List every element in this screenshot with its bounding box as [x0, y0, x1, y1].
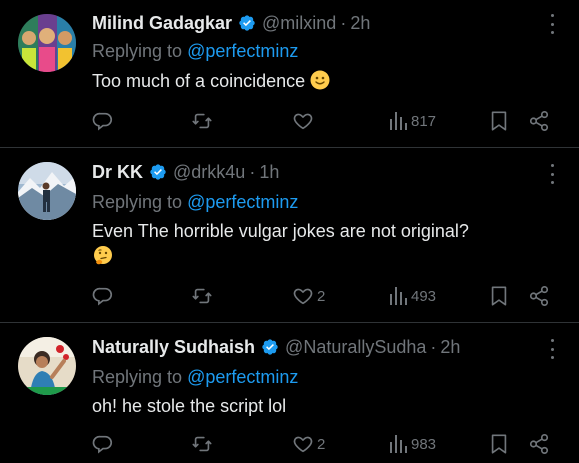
retweet-button[interactable] — [190, 109, 216, 133]
bookmark-button[interactable] — [489, 109, 509, 133]
author-handle[interactable]: @NaturallySudha — [285, 335, 426, 359]
verified-badge-icon — [149, 163, 167, 181]
replying-to-label: Replying to — [92, 41, 188, 61]
tweet-text: oh! he stole the script lol — [92, 394, 286, 419]
bookmark-button[interactable] — [489, 284, 509, 308]
avatar[interactable] — [18, 14, 76, 72]
replying-to: Replying to @perfectminz — [92, 39, 298, 63]
bookmark-icon — [491, 286, 507, 306]
tweet-emoji-line — [92, 245, 114, 274]
like-icon — [293, 113, 313, 130]
separator-dot: · — [249, 162, 256, 182]
like-count: 2 — [317, 435, 326, 453]
avatar[interactable] — [18, 337, 76, 395]
share-icon — [529, 286, 549, 306]
tweet-text-content: oh! he stole the script lol — [92, 396, 287, 416]
reply-icon — [92, 112, 113, 131]
share-icon — [529, 111, 549, 131]
views-icon — [390, 287, 407, 305]
like-button[interactable] — [291, 109, 317, 133]
tweet-text-content: Even The horrible vulgar jokes are not o… — [92, 221, 469, 241]
action-bar: 2 983 — [0, 432, 579, 456]
verified-badge-icon — [261, 338, 279, 356]
tweet-2[interactable]: Dr KK @drkk4u · 1h Replying to @perfectm… — [0, 148, 579, 322]
reply-icon — [92, 435, 113, 454]
bookmark-icon — [491, 434, 507, 454]
views-icon — [390, 112, 407, 130]
thinking-face-icon — [92, 245, 114, 274]
author-name[interactable]: Dr KK — [92, 160, 143, 184]
action-bar: 2 493 — [0, 284, 579, 308]
more-icon[interactable] — [549, 164, 555, 184]
reply-button[interactable] — [92, 284, 116, 308]
avatar[interactable] — [18, 162, 76, 220]
like-button[interactable]: 2 — [291, 284, 325, 308]
views-icon — [390, 435, 407, 453]
timestamp[interactable]: 2h — [440, 335, 460, 359]
replying-to: Replying to @perfectminz — [92, 190, 298, 214]
slightly-smiling-face-icon — [310, 70, 330, 97]
share-button[interactable] — [528, 109, 550, 133]
more-icon[interactable] — [549, 339, 555, 359]
replying-to-label: Replying to — [92, 192, 188, 212]
like-icon — [293, 288, 313, 305]
like-count: 2 — [317, 287, 326, 305]
bookmark-button[interactable] — [489, 432, 509, 456]
tweet-3[interactable]: Naturally Sudhaish @NaturallySudha · 2h … — [0, 323, 579, 463]
views-button[interactable]: 493 — [389, 284, 436, 308]
mention-link[interactable]: @perfectminz — [187, 192, 298, 212]
bookmark-icon — [491, 111, 507, 131]
retweet-button[interactable] — [190, 284, 216, 308]
views-button[interactable]: 817 — [389, 109, 436, 133]
tweet-text-content: Too much of a coincidence — [92, 71, 306, 91]
retweet-icon — [192, 113, 212, 129]
author-handle[interactable]: @milxind — [262, 11, 336, 35]
timestamp[interactable]: 1h — [259, 160, 279, 184]
replying-to-label: Replying to — [92, 367, 188, 387]
share-icon — [529, 434, 549, 454]
verified-badge-icon — [238, 14, 256, 32]
separator-dot: · — [430, 337, 437, 357]
more-icon[interactable] — [549, 14, 555, 34]
views-count: 493 — [411, 287, 437, 305]
action-bar: 817 — [0, 109, 579, 133]
reply-button[interactable] — [92, 432, 116, 456]
views-button[interactable]: 983 — [389, 432, 436, 456]
tweet-text: Too much of a coincidence — [92, 69, 330, 97]
author-handle[interactable]: @drkk4u — [173, 160, 245, 184]
views-count: 983 — [411, 435, 437, 453]
author-name[interactable]: Naturally Sudhaish — [92, 335, 255, 359]
like-icon — [293, 436, 313, 453]
retweet-button[interactable] — [190, 432, 216, 456]
timestamp[interactable]: 2h — [350, 11, 370, 35]
share-button[interactable] — [528, 284, 550, 308]
author-name[interactable]: Milind Gadagkar — [92, 11, 232, 35]
views-count: 817 — [411, 112, 437, 130]
separator-dot: · — [340, 13, 347, 33]
tweet-text: Even The horrible vulgar jokes are not o… — [92, 219, 469, 244]
mention-link[interactable]: @perfectminz — [187, 41, 298, 61]
tweet-1[interactable]: Milind Gadagkar @milxind · 2h Replying t… — [0, 0, 579, 147]
retweet-icon — [192, 436, 212, 452]
reply-button[interactable] — [92, 109, 116, 133]
mention-link[interactable]: @perfectminz — [187, 367, 298, 387]
share-button[interactable] — [528, 432, 550, 456]
replying-to: Replying to @perfectminz — [92, 365, 298, 389]
reply-icon — [92, 287, 113, 306]
like-button[interactable]: 2 — [291, 432, 325, 456]
retweet-icon — [192, 288, 212, 304]
